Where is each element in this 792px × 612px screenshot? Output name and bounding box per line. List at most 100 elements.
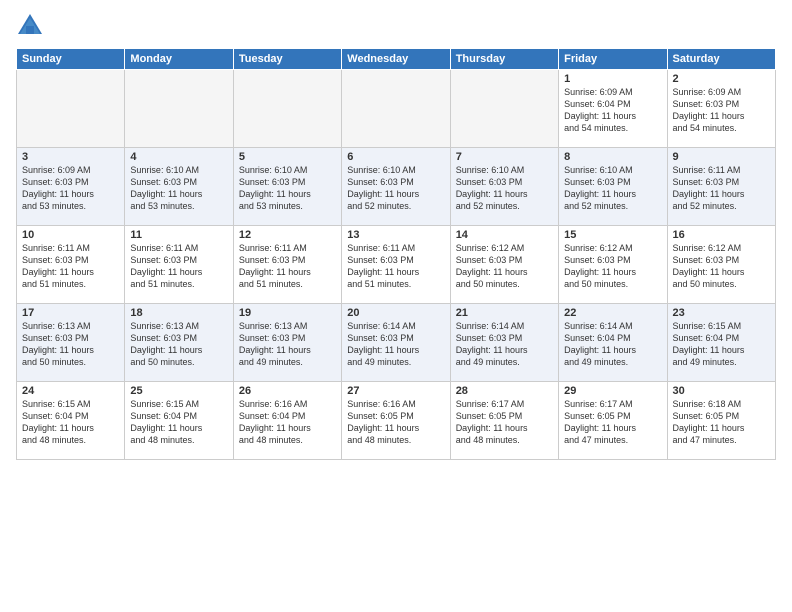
calendar-cell-4-3: 19Sunrise: 6:13 AM Sunset: 6:03 PM Dayli… (233, 304, 341, 382)
day-number: 23 (673, 307, 770, 319)
day-info: Sunrise: 6:18 AM Sunset: 6:05 PM Dayligh… (673, 398, 770, 447)
day-info: Sunrise: 6:14 AM Sunset: 6:03 PM Dayligh… (347, 320, 444, 369)
calendar-cell-4-2: 18Sunrise: 6:13 AM Sunset: 6:03 PM Dayli… (125, 304, 233, 382)
day-info: Sunrise: 6:12 AM Sunset: 6:03 PM Dayligh… (564, 242, 661, 291)
calendar-cell-4-7: 23Sunrise: 6:15 AM Sunset: 6:04 PM Dayli… (667, 304, 775, 382)
day-info: Sunrise: 6:15 AM Sunset: 6:04 PM Dayligh… (130, 398, 227, 447)
day-info: Sunrise: 6:09 AM Sunset: 6:04 PM Dayligh… (564, 86, 661, 135)
calendar-cell-3-7: 16Sunrise: 6:12 AM Sunset: 6:03 PM Dayli… (667, 226, 775, 304)
calendar-week-5: 24Sunrise: 6:15 AM Sunset: 6:04 PM Dayli… (17, 382, 776, 460)
calendar-cell-2-3: 5Sunrise: 6:10 AM Sunset: 6:03 PM Daylig… (233, 148, 341, 226)
calendar-header-sunday: Sunday (17, 49, 125, 70)
calendar-cell-3-6: 15Sunrise: 6:12 AM Sunset: 6:03 PM Dayli… (559, 226, 667, 304)
day-info: Sunrise: 6:10 AM Sunset: 6:03 PM Dayligh… (456, 164, 553, 213)
day-info: Sunrise: 6:11 AM Sunset: 6:03 PM Dayligh… (22, 242, 119, 291)
day-number: 26 (239, 385, 336, 397)
calendar-cell-2-7: 9Sunrise: 6:11 AM Sunset: 6:03 PM Daylig… (667, 148, 775, 226)
page: SundayMondayTuesdayWednesdayThursdayFrid… (0, 0, 792, 612)
day-number: 21 (456, 307, 553, 319)
calendar-cell-5-7: 30Sunrise: 6:18 AM Sunset: 6:05 PM Dayli… (667, 382, 775, 460)
logo (16, 12, 48, 40)
day-number: 18 (130, 307, 227, 319)
calendar-cell-1-5 (450, 70, 558, 148)
calendar-cell-3-4: 13Sunrise: 6:11 AM Sunset: 6:03 PM Dayli… (342, 226, 450, 304)
calendar-header-row: SundayMondayTuesdayWednesdayThursdayFrid… (17, 49, 776, 70)
calendar-header-thursday: Thursday (450, 49, 558, 70)
calendar-cell-2-2: 4Sunrise: 6:10 AM Sunset: 6:03 PM Daylig… (125, 148, 233, 226)
calendar-header-monday: Monday (125, 49, 233, 70)
day-info: Sunrise: 6:14 AM Sunset: 6:03 PM Dayligh… (456, 320, 553, 369)
day-info: Sunrise: 6:12 AM Sunset: 6:03 PM Dayligh… (673, 242, 770, 291)
calendar-cell-1-7: 2Sunrise: 6:09 AM Sunset: 6:03 PM Daylig… (667, 70, 775, 148)
day-number: 13 (347, 229, 444, 241)
day-number: 30 (673, 385, 770, 397)
calendar-cell-5-6: 29Sunrise: 6:17 AM Sunset: 6:05 PM Dayli… (559, 382, 667, 460)
calendar-cell-5-5: 28Sunrise: 6:17 AM Sunset: 6:05 PM Dayli… (450, 382, 558, 460)
day-number: 5 (239, 151, 336, 163)
calendar-week-2: 3Sunrise: 6:09 AM Sunset: 6:03 PM Daylig… (17, 148, 776, 226)
day-info: Sunrise: 6:15 AM Sunset: 6:04 PM Dayligh… (673, 320, 770, 369)
calendar-cell-5-4: 27Sunrise: 6:16 AM Sunset: 6:05 PM Dayli… (342, 382, 450, 460)
logo-icon (16, 12, 44, 40)
calendar-cell-1-2 (125, 70, 233, 148)
calendar-header-saturday: Saturday (667, 49, 775, 70)
day-number: 6 (347, 151, 444, 163)
day-info: Sunrise: 6:09 AM Sunset: 6:03 PM Dayligh… (673, 86, 770, 135)
day-number: 7 (456, 151, 553, 163)
day-info: Sunrise: 6:11 AM Sunset: 6:03 PM Dayligh… (239, 242, 336, 291)
day-info: Sunrise: 6:13 AM Sunset: 6:03 PM Dayligh… (130, 320, 227, 369)
day-number: 20 (347, 307, 444, 319)
day-number: 9 (673, 151, 770, 163)
day-number: 8 (564, 151, 661, 163)
day-number: 17 (22, 307, 119, 319)
day-info: Sunrise: 6:10 AM Sunset: 6:03 PM Dayligh… (239, 164, 336, 213)
day-info: Sunrise: 6:17 AM Sunset: 6:05 PM Dayligh… (564, 398, 661, 447)
calendar-cell-4-6: 22Sunrise: 6:14 AM Sunset: 6:04 PM Dayli… (559, 304, 667, 382)
calendar-cell-2-5: 7Sunrise: 6:10 AM Sunset: 6:03 PM Daylig… (450, 148, 558, 226)
calendar-table: SundayMondayTuesdayWednesdayThursdayFrid… (16, 48, 776, 460)
day-number: 27 (347, 385, 444, 397)
calendar-cell-2-4: 6Sunrise: 6:10 AM Sunset: 6:03 PM Daylig… (342, 148, 450, 226)
day-number: 12 (239, 229, 336, 241)
calendar-cell-1-6: 1Sunrise: 6:09 AM Sunset: 6:04 PM Daylig… (559, 70, 667, 148)
day-number: 25 (130, 385, 227, 397)
day-info: Sunrise: 6:13 AM Sunset: 6:03 PM Dayligh… (22, 320, 119, 369)
calendar-cell-4-5: 21Sunrise: 6:14 AM Sunset: 6:03 PM Dayli… (450, 304, 558, 382)
calendar-cell-4-4: 20Sunrise: 6:14 AM Sunset: 6:03 PM Dayli… (342, 304, 450, 382)
day-info: Sunrise: 6:16 AM Sunset: 6:04 PM Dayligh… (239, 398, 336, 447)
day-number: 10 (22, 229, 119, 241)
day-number: 15 (564, 229, 661, 241)
calendar-cell-3-2: 11Sunrise: 6:11 AM Sunset: 6:03 PM Dayli… (125, 226, 233, 304)
calendar-cell-2-6: 8Sunrise: 6:10 AM Sunset: 6:03 PM Daylig… (559, 148, 667, 226)
calendar-header-wednesday: Wednesday (342, 49, 450, 70)
calendar-week-4: 17Sunrise: 6:13 AM Sunset: 6:03 PM Dayli… (17, 304, 776, 382)
day-info: Sunrise: 6:13 AM Sunset: 6:03 PM Dayligh… (239, 320, 336, 369)
day-number: 14 (456, 229, 553, 241)
day-number: 24 (22, 385, 119, 397)
header (16, 12, 776, 40)
calendar-cell-3-1: 10Sunrise: 6:11 AM Sunset: 6:03 PM Dayli… (17, 226, 125, 304)
day-number: 16 (673, 229, 770, 241)
day-number: 4 (130, 151, 227, 163)
day-info: Sunrise: 6:15 AM Sunset: 6:04 PM Dayligh… (22, 398, 119, 447)
calendar-cell-1-3 (233, 70, 341, 148)
day-info: Sunrise: 6:10 AM Sunset: 6:03 PM Dayligh… (347, 164, 444, 213)
day-number: 19 (239, 307, 336, 319)
day-number: 11 (130, 229, 227, 241)
day-info: Sunrise: 6:11 AM Sunset: 6:03 PM Dayligh… (130, 242, 227, 291)
day-number: 29 (564, 385, 661, 397)
calendar-header-tuesday: Tuesday (233, 49, 341, 70)
day-number: 2 (673, 73, 770, 85)
day-info: Sunrise: 6:09 AM Sunset: 6:03 PM Dayligh… (22, 164, 119, 213)
calendar-cell-5-2: 25Sunrise: 6:15 AM Sunset: 6:04 PM Dayli… (125, 382, 233, 460)
day-info: Sunrise: 6:10 AM Sunset: 6:03 PM Dayligh… (130, 164, 227, 213)
calendar-cell-1-4 (342, 70, 450, 148)
day-info: Sunrise: 6:11 AM Sunset: 6:03 PM Dayligh… (673, 164, 770, 213)
day-info: Sunrise: 6:17 AM Sunset: 6:05 PM Dayligh… (456, 398, 553, 447)
calendar-cell-3-3: 12Sunrise: 6:11 AM Sunset: 6:03 PM Dayli… (233, 226, 341, 304)
day-info: Sunrise: 6:14 AM Sunset: 6:04 PM Dayligh… (564, 320, 661, 369)
calendar-cell-4-1: 17Sunrise: 6:13 AM Sunset: 6:03 PM Dayli… (17, 304, 125, 382)
day-info: Sunrise: 6:11 AM Sunset: 6:03 PM Dayligh… (347, 242, 444, 291)
day-info: Sunrise: 6:10 AM Sunset: 6:03 PM Dayligh… (564, 164, 661, 213)
calendar-header-friday: Friday (559, 49, 667, 70)
